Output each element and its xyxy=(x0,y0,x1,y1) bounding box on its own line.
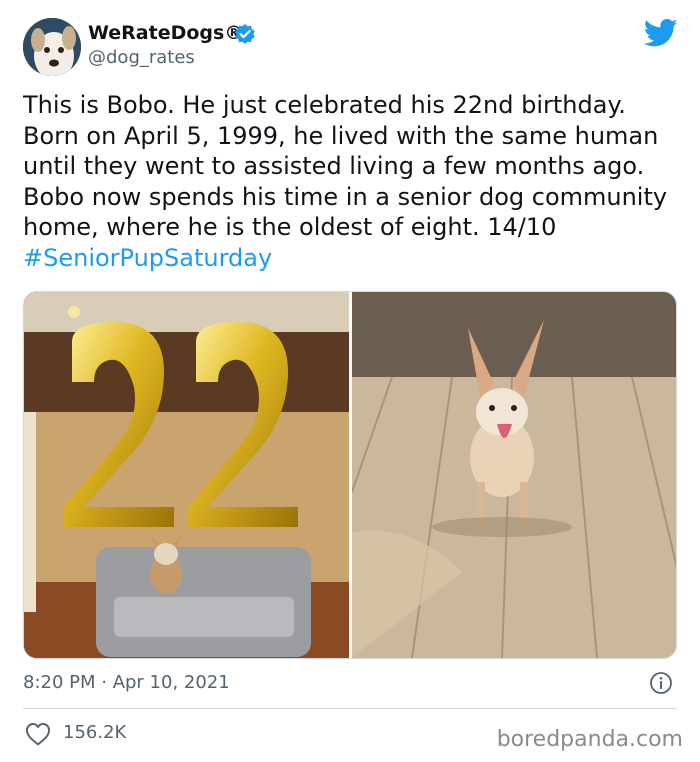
tweet-body: This is Bobo. He just celebrated his 22n… xyxy=(23,91,675,241)
watermark: boredpanda.com xyxy=(496,727,683,752)
photo-balloons-22[interactable] xyxy=(24,292,349,658)
hashtag-link[interactable]: #SeniorPupSaturday xyxy=(23,244,272,272)
like-count[interactable]: 156.2K xyxy=(63,720,126,746)
avatar[interactable] xyxy=(23,18,81,76)
info-icon[interactable] xyxy=(649,671,673,695)
media-grid xyxy=(23,291,677,659)
twitter-bird-icon[interactable] xyxy=(644,18,678,48)
timestamp[interactable]: 8:20 PM · Apr 10, 2021 xyxy=(23,670,230,696)
tweet-text: This is Bobo. He just celebrated his 22n… xyxy=(23,90,683,273)
display-name[interactable]: WeRateDogs® xyxy=(88,20,243,46)
verified-badge-icon xyxy=(235,24,255,44)
handle[interactable]: @dog_rates xyxy=(88,46,195,70)
photo-bobo-on-deck[interactable] xyxy=(352,292,677,658)
divider xyxy=(23,708,677,709)
heart-icon[interactable] xyxy=(25,722,51,746)
dog-avatar-image xyxy=(23,18,81,76)
